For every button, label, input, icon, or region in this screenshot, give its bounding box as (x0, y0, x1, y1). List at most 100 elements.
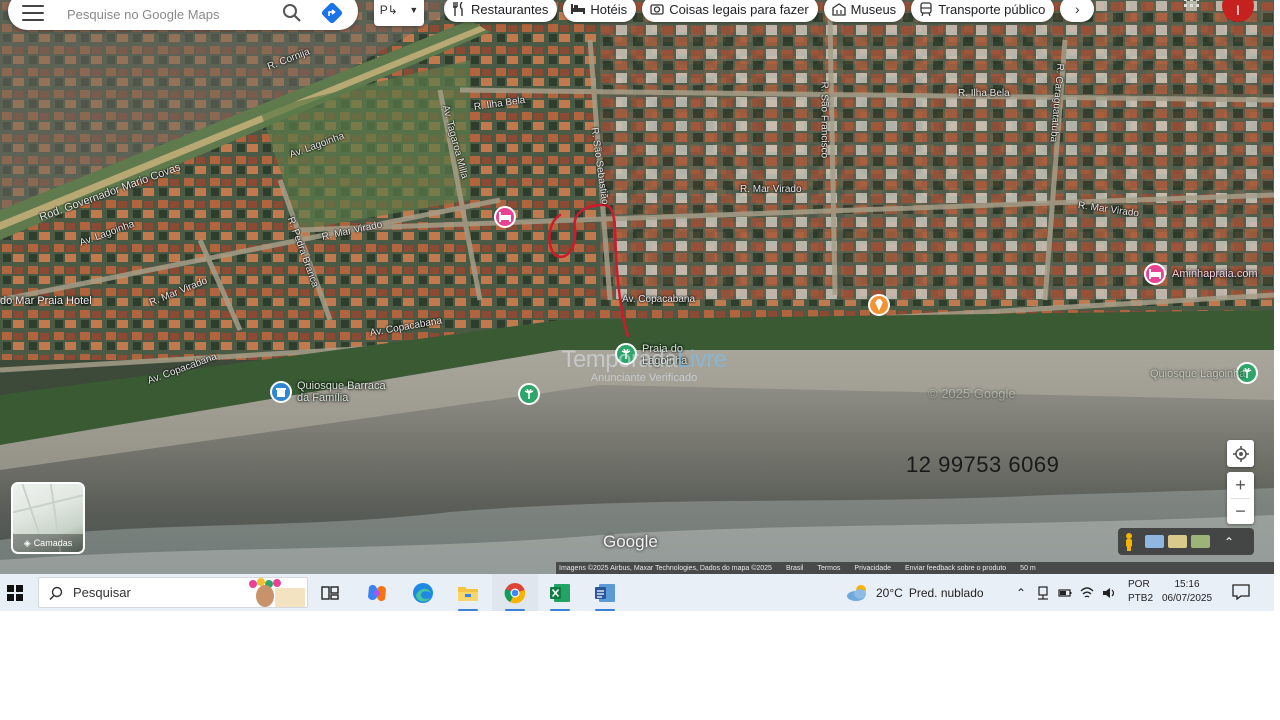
network-drive-icon[interactable] (1036, 585, 1050, 600)
bed-icon (1149, 269, 1161, 279)
chips-next-button[interactable]: › (1060, 0, 1095, 22)
volume-icon[interactable] (1102, 586, 1116, 600)
beach-pin[interactable] (518, 383, 540, 405)
attribution-link[interactable]: Privacidade (854, 565, 891, 572)
poi-label[interactable]: Aminhapraia.com (1172, 268, 1258, 280)
clock[interactable]: 15:16 06/07/2025 (1162, 578, 1212, 606)
chip-hotels[interactable]: Hotéis (563, 0, 637, 22)
imagery-thumb[interactable] (1145, 535, 1164, 548)
street-label: R. Mar Virado (740, 184, 802, 195)
transit-icon (919, 2, 933, 16)
map-watermark: © 2025 Google (928, 386, 1016, 401)
chip-transit[interactable]: Transporte público (911, 0, 1055, 22)
pegman-icon[interactable] (1123, 532, 1135, 551)
chip-museums[interactable]: Museus (823, 0, 906, 22)
attribution-link[interactable]: Brasil (786, 565, 804, 572)
menu-icon[interactable] (22, 5, 44, 21)
screen: R. Cornija Rod. Governador Mario Covas A… (0, 0, 1280, 720)
hotel-label[interactable]: do Mar Praia Hotel (0, 295, 92, 307)
poi-label[interactable]: Quiosque Lagoinha (1150, 368, 1245, 380)
chip-label: Museus (850, 1, 897, 17)
layers-icon: ◈ (23, 537, 31, 548)
zoom-in-button[interactable]: + (1227, 472, 1254, 498)
weather-widget[interactable]: 20°C Pred. nublado (846, 574, 984, 611)
search-highlight-image (249, 578, 305, 607)
kiosk-pin[interactable] (270, 381, 292, 403)
chrome-icon (504, 583, 526, 604)
edge-button[interactable] (409, 579, 437, 607)
task-view-button[interactable] (316, 579, 344, 607)
search-icon (49, 586, 63, 600)
category-chips: Restaurantes Hotéis Coisas legais para f… (444, 0, 1095, 22)
chevron-right-icon: › (1075, 1, 1080, 17)
google-logo: Google (603, 532, 658, 551)
imagery-thumb[interactable] (1168, 535, 1187, 548)
apps-grid-icon[interactable] (1184, 0, 1200, 10)
search-input[interactable]: Pesquise no Google Maps (67, 7, 280, 22)
taskbar-search-label: Pesquisar (73, 585, 131, 600)
shop-icon (276, 388, 286, 397)
hotel-pin[interactable] (494, 206, 516, 228)
keyboard-layout: PTB2 (1128, 593, 1154, 604)
folder-icon (458, 587, 478, 601)
copilot-icon (368, 584, 386, 602)
chip-restaurants[interactable]: Restaurantes (444, 0, 558, 22)
system-tray: ⌃ (1014, 574, 1116, 611)
task-view-icon (321, 586, 339, 600)
attribution-text: Imagens ©2025 Airbus, Maxar Technologies… (559, 564, 772, 572)
chip-things-to-do[interactable]: Coisas legais para fazer (642, 0, 818, 22)
copilot-button[interactable] (363, 579, 391, 607)
language-indicator[interactable]: POR PTB2 (1128, 578, 1153, 606)
taskbar-search[interactable]: Pesquisar (38, 577, 308, 608)
watermark-text: Livre (677, 346, 727, 373)
chip-label: Hotéis (590, 1, 628, 17)
my-location-button[interactable] (1227, 440, 1254, 467)
excel-icon (550, 584, 570, 602)
fork-knife-icon (452, 2, 466, 16)
layers-button[interactable]: ◈ Camadas (11, 482, 85, 554)
bed-icon (571, 2, 586, 16)
start-button[interactable] (0, 574, 30, 611)
directions-icon[interactable] (320, 1, 344, 25)
attribution-link[interactable]: Enviar feedback sobre o produto (905, 565, 1006, 572)
scale-label[interactable]: 50 m (1020, 565, 1036, 572)
battery-icon[interactable] (1058, 586, 1072, 600)
document-app-icon (595, 584, 615, 602)
attribution-link[interactable]: Termos (817, 565, 840, 572)
file-explorer-button[interactable] (454, 579, 482, 611)
imagery-thumb[interactable] (1191, 535, 1210, 548)
camera-icon (650, 2, 664, 16)
chip-label: Transporte público (938, 1, 1046, 17)
excel-button[interactable] (546, 579, 574, 611)
app-button[interactable] (591, 579, 619, 611)
imagery-toggle[interactable]: ⌃ (1118, 528, 1254, 555)
phone-number: 12 99753 6069 (906, 452, 1060, 477)
crosshair-icon (1232, 445, 1249, 462)
bed-icon (499, 212, 511, 222)
active-indicator (595, 609, 615, 611)
poi-label[interactable]: Quiosque Barraca da Família (297, 380, 386, 404)
map-attribution: Imagens ©2025 Airbus, Maxar Technologies… (556, 562, 1274, 574)
active-indicator (458, 609, 478, 611)
search-icon[interactable] (280, 1, 304, 25)
notification-icon[interactable] (1232, 584, 1250, 600)
hotel-pin[interactable] (1144, 263, 1166, 285)
chevron-up-icon[interactable]: ⌃ (1014, 586, 1028, 600)
zoom-out-button[interactable]: − (1227, 499, 1254, 525)
avatar-initial: I (1236, 2, 1240, 18)
satellite-map[interactable]: R. Cornija Rod. Governador Mario Covas A… (0, 0, 1274, 574)
weather-description: Pred. nublado (908, 585, 984, 600)
museum-icon (832, 2, 846, 16)
active-indicator (505, 609, 525, 611)
street-label: R. Ilha Bela (958, 88, 1010, 99)
weather-temperature: 20°C (876, 585, 903, 600)
zoom-controls: + − (1227, 472, 1254, 524)
street-label: Av. Copacabana (622, 294, 696, 305)
trip-button[interactable]: P↳ ▼ (374, 0, 424, 26)
search-box[interactable]: Pesquise no Google Maps (8, 0, 358, 30)
attraction-pin[interactable] (868, 294, 890, 316)
chevron-up-icon[interactable]: ⌃ (1224, 535, 1234, 549)
chrome-button[interactable] (501, 579, 529, 611)
chip-label: Coisas legais para fazer (669, 1, 809, 17)
wifi-icon[interactable] (1080, 586, 1094, 600)
